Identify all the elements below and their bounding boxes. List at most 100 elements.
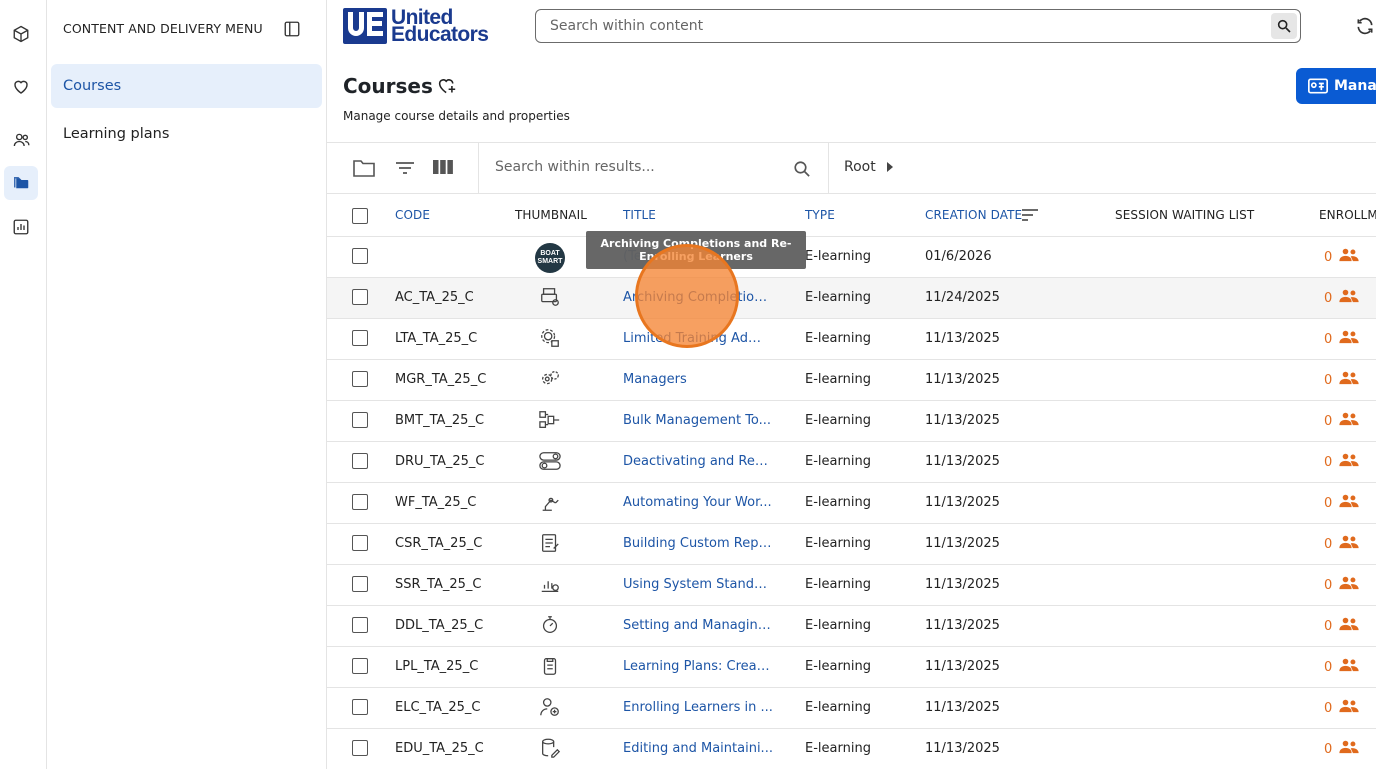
column-creation-date[interactable]: CREATION DATE [925,208,1022,222]
table-row[interactable]: DRU_TA_25_C Deactivating and Reac... E-lea… [327,442,1376,483]
table-row[interactable]: CSR_TA_25_C Building Custom Repo... E-lear… [327,524,1376,565]
course-title-link[interactable]: Using System Standar... [623,577,773,592]
manage-button[interactable]: Manag [1296,68,1376,104]
enrollments-link[interactable]: 0 [1324,248,1359,266]
course-title-link[interactable]: Learning Plans: Creati... [623,659,773,674]
columns-icon[interactable] [433,159,453,179]
enrollments-link[interactable]: 0 [1324,576,1359,594]
course-title-link[interactable]: Deactivating and Reac... [623,454,773,469]
select-all-checkbox[interactable] [352,208,368,224]
cell-type: E-learning [805,290,871,305]
row-checkbox[interactable] [352,740,368,756]
cell-type: E-learning [805,495,871,510]
folder-icon[interactable] [352,157,376,183]
heart-icon[interactable] [4,70,38,104]
row-checkbox[interactable] [352,453,368,469]
sidebar-item-courses[interactable]: Courses [51,64,322,108]
column-enrollments[interactable]: ENROLLM [1319,208,1376,222]
table-row[interactable]: EDU_TA_25_C Editing and Maintaini... E-lea… [327,729,1376,769]
course-title-link[interactable]: Managers [623,372,773,387]
column-title[interactable]: TITLE [623,208,656,222]
cell-thumbnail [535,571,565,601]
enrollments-link[interactable]: 0 [1324,289,1359,307]
people-icon [1339,412,1359,430]
column-session-waiting-list[interactable]: SESSION WAITING LIST [1115,208,1254,222]
people-icon [1339,576,1359,594]
enrollments-link[interactable]: 0 [1324,412,1359,430]
table-row[interactable]: WF_TA_25_C Automating Your Wor... E-learni… [327,483,1376,524]
heart-plus-icon[interactable] [437,77,457,99]
enrollments-link[interactable]: 0 [1324,617,1359,635]
row-checkbox[interactable] [352,658,368,674]
row-checkbox[interactable] [352,576,368,592]
table-row[interactable]: BOAT SMART(TesE-learning01/6/20260 [327,237,1376,278]
course-title-link[interactable]: Editing and Maintaini... [623,741,773,756]
cell-thumbnail [535,653,565,683]
cell-code: CSR_TA_25_C [395,536,483,551]
enrollments-link[interactable]: 0 [1324,535,1359,553]
enrollments-link[interactable]: 0 [1324,658,1359,676]
table-row[interactable]: LPL_TA_25_C Learning Plans: Creati... E-le… [327,647,1376,688]
enrollments-link[interactable]: 0 [1324,494,1359,512]
sidebar-item-learning-plans[interactable]: Learning plans [51,112,322,156]
enrollments-link[interactable]: 0 [1324,453,1359,471]
table-row[interactable]: BMT_TA_25_C Bulk Management To... E-learni… [327,401,1376,442]
row-checkbox[interactable] [352,371,368,387]
people-icon [1339,658,1359,676]
sort-desc-icon[interactable] [1021,208,1039,226]
breadcrumb[interactable]: Root [844,159,894,175]
search-icon[interactable] [793,160,811,182]
column-type[interactable]: TYPE [805,208,835,222]
course-title-link[interactable]: Bulk Management To... [623,413,773,428]
row-checkbox[interactable] [352,617,368,633]
people-icon [1339,453,1359,471]
people-icon[interactable] [4,123,38,157]
row-checkbox[interactable] [352,330,368,346]
enrollments-count: 0 [1324,495,1333,511]
cell-creation-date: 11/13/2025 [925,454,1000,469]
enrollments-link[interactable]: 0 [1324,371,1359,389]
row-checkbox[interactable] [352,412,368,428]
search-button[interactable] [1271,13,1297,39]
course-title-link[interactable]: Enrolling Learners in ... [623,700,773,715]
cell-creation-date: 11/13/2025 [925,700,1000,715]
sidebar-item-label: Learning plans [63,126,170,142]
table-row[interactable]: LTA_TA_25_CLimited Training Admi...E-lea… [327,319,1376,360]
enrollments-link[interactable]: 0 [1324,330,1359,348]
table-row[interactable]: AC_TA_25_CArchiving Completion...E-learn… [327,278,1376,319]
cube-icon[interactable] [4,17,38,51]
row-checkbox[interactable] [352,494,368,510]
column-code[interactable]: CODE [395,208,430,222]
course-title-link[interactable]: Automating Your Wor... [623,495,773,510]
filter-icon[interactable] [395,160,415,180]
cell-creation-date: 11/13/2025 [925,577,1000,592]
united-educators-logo[interactable]: United Educators [343,7,489,45]
enrollments-link[interactable]: 0 [1324,740,1359,758]
folders-icon[interactable] [4,166,38,200]
cell-creation-date: 11/13/2025 [925,331,1000,346]
table-row[interactable]: ELC_TA_25_C Enrolling Learners in ... E-le… [327,688,1376,729]
table-row[interactable]: MGR_TA_25_C Managers E-learning 11/13/2025 0 [327,360,1376,401]
table-row[interactable]: SSR_TA_25_C Using System Standar... E-lear… [327,565,1376,606]
table-row[interactable]: DDL_TA_25_C Setting and Managing... E-lear… [327,606,1376,647]
results-search-input[interactable]: Search within results... [495,159,655,175]
row-checkbox[interactable] [352,248,368,264]
row-checkbox[interactable] [352,289,368,305]
enrollments-link[interactable]: 0 [1324,699,1359,717]
chart-icon[interactable] [4,210,38,244]
manage-button-label: Manag [1334,78,1376,94]
course-title-link[interactable]: Setting and Managing... [623,618,773,633]
people-icon [1339,330,1359,348]
app-rail [0,0,47,769]
sidebar-collapse-icon[interactable] [283,20,301,38]
course-title-link[interactable]: Building Custom Repo... [623,536,773,551]
search-input[interactable] [536,10,1236,42]
cell-type: E-learning [805,577,871,592]
cell-creation-date: 11/13/2025 [925,659,1000,674]
cell-thumbnail [535,612,565,642]
refresh-icon[interactable] [1355,16,1375,40]
row-checkbox[interactable] [352,535,368,551]
row-checkbox[interactable] [352,699,368,715]
cell-type: E-learning [805,700,871,715]
cell-code: LPL_TA_25_C [395,659,479,674]
